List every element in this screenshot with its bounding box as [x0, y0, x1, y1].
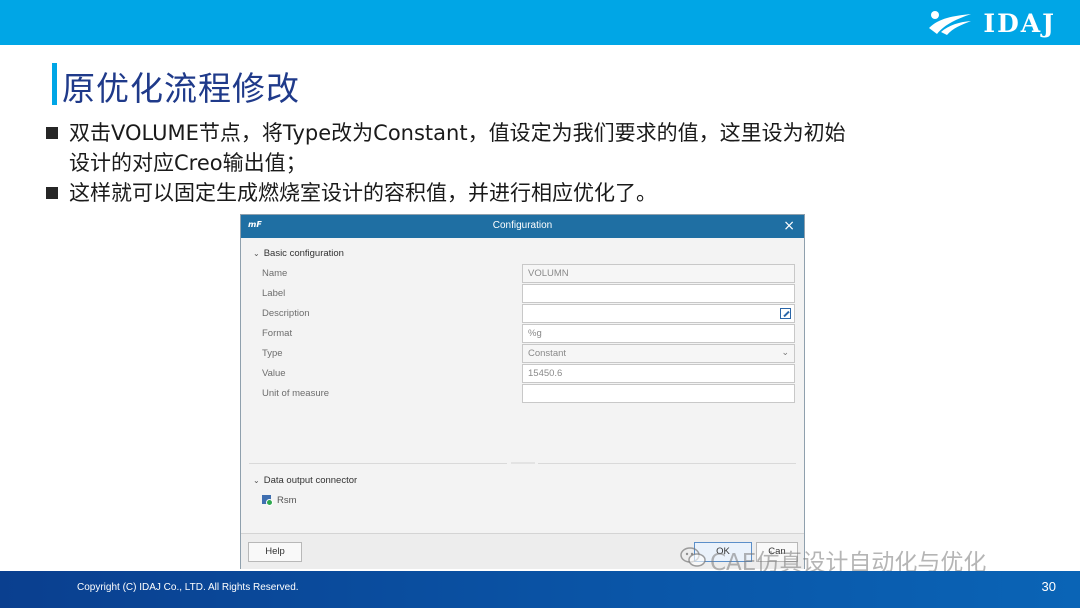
chevron-down-icon: ⌄ — [253, 249, 260, 258]
bullet-2-line-1: 这样就可以固定生成燃烧室设计的容积值，并进行相应优化了。 — [69, 181, 657, 205]
unit-of-measure-label: Unit of measure — [262, 388, 330, 399]
type-value: Constant — [528, 348, 567, 359]
copyright-text: Copyright (C) IDAJ Co., LTD. All Rights … — [77, 582, 299, 593]
bullet-item-1: 双击VOLUME节点，将Type改为Constant，值设定为我们要求的值，这里… — [44, 118, 944, 178]
bullet-item-2: 这样就可以固定生成燃烧室设计的容积值，并进行相应优化了。 — [44, 178, 944, 208]
dialog-title: Configuration — [492, 220, 553, 231]
edit-icon[interactable] — [780, 308, 791, 319]
type-label: Type — [262, 348, 283, 359]
format-label: Format — [262, 328, 293, 339]
chevron-down-icon: ⌄ — [253, 476, 260, 485]
idaj-logo: IDAJ — [927, 6, 1056, 40]
top-banner: IDAJ — [0, 0, 1080, 45]
label-label: Label — [262, 288, 286, 299]
name-field[interactable]: VOLUMN — [522, 264, 795, 283]
description-field[interactable] — [522, 304, 795, 323]
footer-bar: Copyright (C) IDAJ Co., LTD. All Rights … — [0, 571, 1080, 608]
value-field[interactable]: 15450.6 — [522, 364, 795, 383]
dialog-titlebar: mF Configuration × — [241, 215, 804, 238]
section-title: Basic configuration — [263, 248, 344, 259]
chevron-down-icon: ⌄ — [781, 347, 789, 357]
close-icon[interactable]: × — [783, 217, 795, 235]
logo-text: IDAJ — [983, 8, 1056, 38]
help-button[interactable]: Help — [248, 542, 302, 562]
logo-swoosh-icon — [929, 11, 972, 35]
value-label: Value — [262, 368, 286, 379]
label-field[interactable] — [522, 284, 795, 303]
page-number: 30 — [1041, 579, 1056, 594]
bullet-square-icon — [46, 127, 58, 139]
configuration-dialog: mF Configuration × ⌄ Basic configuration … — [240, 214, 805, 569]
rsm-icon — [262, 495, 273, 506]
splitter-handle[interactable] — [511, 462, 535, 464]
unit-of-measure-field[interactable] — [522, 384, 795, 403]
type-dropdown[interactable]: Constant ⌄ — [522, 344, 795, 363]
bullet-1-line-2: 设计的对应Creo输出值； — [69, 151, 307, 175]
bullet-1-line-1: 双击VOLUME节点，将Type改为Constant，值设定为我们要求的值，这里… — [69, 121, 846, 145]
bullet-list: 双击VOLUME节点，将Type改为Constant，值设定为我们要求的值，这里… — [44, 118, 944, 208]
section-title: Data output connector — [263, 475, 358, 486]
description-label: Description — [262, 308, 310, 319]
name-label: Name — [262, 268, 288, 279]
title-accent-bar — [52, 63, 57, 105]
wechat-icon — [680, 547, 706, 567]
page-title: 原优化流程修改 — [62, 69, 300, 108]
splitter-line-right — [538, 463, 796, 464]
basic-configuration-section[interactable]: ⌄ Basic configuration — [253, 248, 344, 259]
data-output-connector-section[interactable]: ⌄ Data output connector — [253, 475, 357, 486]
bullet-square-icon — [46, 187, 58, 199]
splitter-line-left — [249, 463, 507, 464]
connector-item-rsm[interactable]: Rsm — [262, 495, 297, 506]
connector-item-label: Rsm — [277, 495, 297, 506]
format-field[interactable]: %g — [522, 324, 795, 343]
